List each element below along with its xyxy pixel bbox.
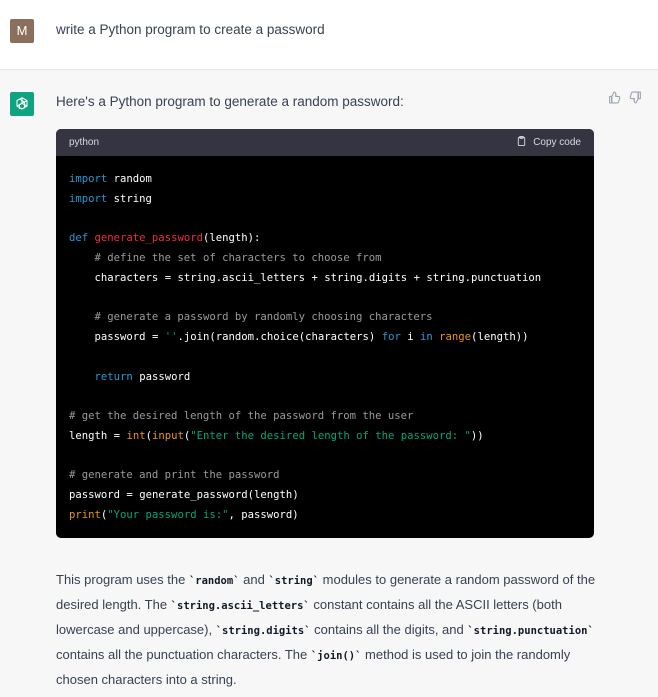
explanation-text: and	[239, 572, 269, 587]
inline-code: `random`	[188, 575, 240, 587]
explanation-text: This program uses the	[56, 572, 189, 587]
code-line: print("Your password is:", password)	[69, 508, 299, 521]
copy-code-label: Copy code	[533, 137, 581, 148]
code-line: characters = string.ascii_letters + stri…	[94, 271, 542, 284]
copy-code-button[interactable]: Copy code	[516, 135, 581, 150]
code-line: password = generate_password(length)	[69, 489, 299, 501]
clipboard-icon	[516, 135, 527, 150]
code-language-label: python	[69, 137, 100, 148]
user-message-text: write a Python program to create a passw…	[56, 22, 325, 37]
code-line: import string	[69, 192, 152, 205]
inline-code: `join()`	[310, 650, 362, 662]
code-block-header: python Copy code	[56, 129, 594, 156]
thumbs-down-icon[interactable]	[629, 91, 642, 104]
inline-code: `string.punctuation`	[467, 625, 594, 637]
explanation-text: contains all the digits, and	[310, 622, 468, 637]
inline-code: `string.ascii_letters`	[170, 600, 310, 612]
explanation-paragraph: This program uses the `random` and `stri…	[56, 568, 596, 691]
code-line: # generate and print the password	[69, 469, 280, 482]
openai-logo-icon	[10, 92, 34, 116]
code-line: # define the set of characters to choose…	[94, 252, 382, 264]
code-block: python Copy code import random import str…	[56, 129, 594, 538]
inline-code: `string.digits`	[215, 625, 311, 637]
explanation-text: contains all the punctuation characters.…	[56, 647, 311, 662]
code-line: # get the desired length of the password…	[69, 410, 414, 422]
code-line: # generate a password by randomly choosi…	[94, 311, 433, 324]
code-line: def generate_password(length):	[69, 232, 261, 245]
code-line: length = int(input("Enter the desired le…	[69, 429, 484, 442]
code-content: import random import string def generate_p…	[56, 156, 594, 538]
thumbs-up-icon[interactable]	[608, 91, 621, 104]
inline-code: `string`	[268, 575, 320, 587]
feedback-controls	[608, 91, 642, 104]
code-line: import random	[69, 173, 152, 185]
assistant-intro-text: Here's a Python program to generate a ra…	[56, 94, 404, 109]
user-avatar: M	[10, 19, 34, 43]
code-line: password = ''.join(random.choice(charact…	[94, 331, 529, 343]
user-message-row: M write a Python program to create a pas…	[0, 0, 658, 70]
code-line: return password	[94, 370, 191, 383]
assistant-message-row: Here's a Python program to generate a ra…	[0, 70, 658, 697]
